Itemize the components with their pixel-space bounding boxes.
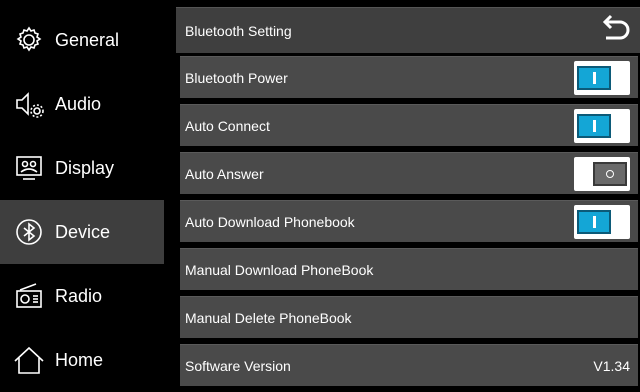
sidebar-item-device[interactable]: Device (0, 200, 164, 264)
toggle-knob (593, 162, 627, 186)
settings-panel: Bluetooth Setting Bluetooth Power Auto C… (176, 0, 640, 386)
toggle-knob (577, 114, 611, 138)
speaker-gear-icon (12, 87, 46, 121)
sidebar-item-home[interactable]: Home (0, 328, 164, 392)
sidebar-item-label: Device (55, 221, 111, 242)
software-version-label: Software Version (185, 358, 291, 374)
back-button[interactable] (598, 12, 632, 48)
bluetooth-power-row: Bluetooth Power (180, 56, 638, 98)
bluetooth-power-toggle[interactable] (574, 61, 630, 95)
auto-download-phonebook-label: Auto Download Phonebook (185, 214, 355, 230)
auto-connect-label: Auto Connect (185, 118, 270, 134)
sidebar-item-label: Display (55, 157, 115, 178)
back-arrow-icon (602, 14, 630, 40)
panel-header: Bluetooth Setting (176, 7, 640, 53)
sidebar-item-audio[interactable]: Audio (0, 72, 164, 136)
manual-download-phonebook-label: Manual Download PhoneBook (185, 262, 374, 278)
sidebar-item-display[interactable]: Display (0, 136, 164, 200)
sidebar-item-label: Radio (55, 285, 103, 306)
software-version-value: V1.34 (593, 358, 630, 374)
sidebar-item-general[interactable]: General (0, 8, 164, 72)
sidebar-item-label: Audio (55, 93, 102, 114)
bluetooth-power-label: Bluetooth Power (185, 70, 288, 86)
sidebar-item-radio[interactable]: Radio (0, 264, 164, 328)
auto-connect-toggle[interactable] (574, 109, 630, 143)
toggle-knob (577, 210, 611, 234)
auto-answer-label: Auto Answer (185, 166, 264, 182)
manual-delete-phonebook-button[interactable]: Manual Delete PhoneBook (180, 296, 638, 338)
auto-connect-row: Auto Connect (180, 104, 638, 146)
auto-download-phonebook-row: Auto Download Phonebook (180, 200, 638, 242)
auto-answer-toggle[interactable] (574, 157, 630, 191)
auto-answer-row: Auto Answer (180, 152, 638, 194)
radio-icon (12, 279, 46, 313)
sidebar: General Audio Display Device Radio Home (0, 0, 164, 386)
manual-delete-phonebook-label: Manual Delete PhoneBook (185, 310, 352, 326)
page-title: Bluetooth Setting (185, 23, 292, 39)
auto-download-phonebook-toggle[interactable] (574, 205, 630, 239)
home-icon (12, 343, 46, 377)
bluetooth-icon (12, 215, 46, 249)
manual-download-phonebook-button[interactable]: Manual Download PhoneBook (180, 248, 638, 290)
sidebar-item-label: General (55, 29, 120, 50)
gear-icon (12, 23, 46, 57)
sidebar-item-label: Home (55, 349, 104, 370)
display-icon (12, 151, 46, 185)
software-version-row: Software Version V1.34 (180, 344, 638, 386)
toggle-knob (577, 66, 611, 90)
